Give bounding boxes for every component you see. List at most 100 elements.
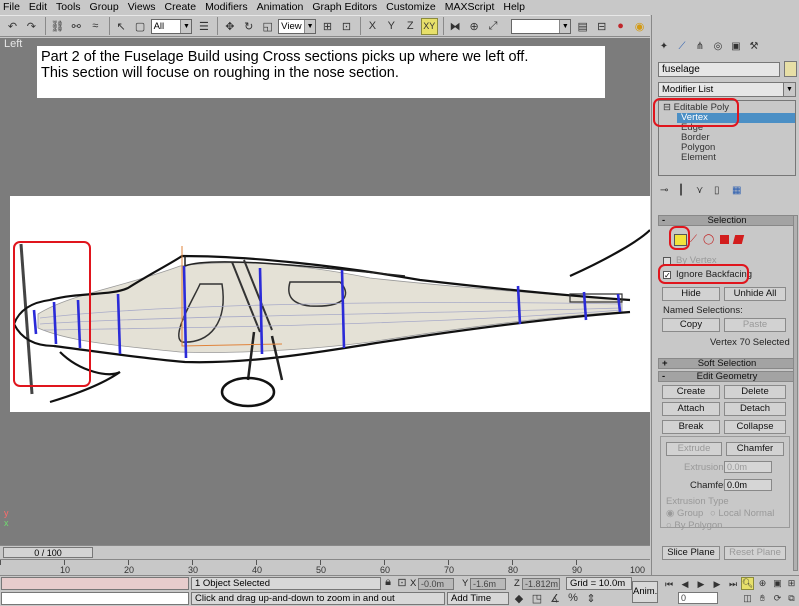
- angle-snap-icon[interactable]: ∡: [548, 591, 562, 605]
- spinner-snap-icon[interactable]: ⇕: [584, 591, 598, 605]
- absolute-mode-icon[interactable]: ⊡: [396, 576, 408, 589]
- reference-coord-dropdown[interactable]: View ▼: [278, 18, 317, 34]
- maximize-viewport-icon[interactable]: ⧉: [785, 592, 798, 605]
- arc-rotate-icon[interactable]: ⟳: [771, 592, 784, 605]
- mirror-icon[interactable]: ⧓: [447, 18, 464, 35]
- configure-sets-icon[interactable]: ▦: [732, 185, 748, 196]
- menu-group[interactable]: Group: [90, 1, 119, 13]
- hierarchy-tab-icon[interactable]: ⋔: [692, 41, 708, 56]
- reset-plane-button[interactable]: Reset Plane: [724, 546, 786, 560]
- add-time-tag-button[interactable]: Add Time Tag: [447, 592, 509, 606]
- detach-button[interactable]: Detach: [724, 402, 786, 416]
- track-view-icon[interactable]: ▤: [574, 18, 591, 35]
- goto-start-icon[interactable]: ⏮: [662, 578, 676, 590]
- slice-plane-button[interactable]: Slice Plane: [662, 546, 720, 560]
- key-mode-icon[interactable]: ◆: [512, 591, 526, 605]
- border-level-icon[interactable]: ◯: [703, 234, 714, 245]
- selection-rollout-header[interactable]: - Selection: [658, 215, 796, 226]
- snap-3d-icon[interactable]: ◳: [530, 591, 544, 605]
- menu-maxscript[interactable]: MAXScript: [445, 1, 495, 13]
- collapse-button[interactable]: Collapse: [724, 420, 786, 434]
- align-icon[interactable]: ⊕: [466, 18, 483, 35]
- show-end-result-icon[interactable]: ┃: [678, 185, 694, 196]
- material-editor-icon[interactable]: ●: [612, 18, 629, 35]
- paste-button[interactable]: Paste: [724, 318, 786, 332]
- restrict-y-icon[interactable]: Y: [383, 18, 400, 35]
- menu-file[interactable]: File: [3, 1, 20, 13]
- create-tab-icon[interactable]: ✦: [656, 41, 672, 56]
- remove-modifier-icon[interactable]: ▯: [714, 185, 730, 196]
- menu-graph-editors[interactable]: Graph Editors: [312, 1, 377, 13]
- edit-geometry-rollout-header[interactable]: - Edit Geometry: [658, 371, 796, 382]
- restrict-x-icon[interactable]: X: [364, 18, 381, 35]
- menu-tools[interactable]: Tools: [56, 1, 81, 13]
- extrude-button[interactable]: Extrude: [666, 442, 722, 456]
- maxscript-listener-mini[interactable]: [1, 577, 189, 590]
- track-bar[interactable]: 10 20 30 40 50 60 70 80 90 100: [0, 559, 650, 575]
- x-coordinate-field[interactable]: -0.0m: [418, 578, 454, 590]
- select-by-name-icon[interactable]: ☰: [195, 18, 212, 35]
- menu-edit[interactable]: Edit: [29, 1, 47, 13]
- region-select-icon[interactable]: ▢: [132, 18, 149, 35]
- unlink-icon[interactable]: ⚯: [68, 18, 85, 35]
- next-frame-icon[interactable]: ▶: [710, 578, 724, 590]
- zoom-extents-all-icon[interactable]: ⊞: [785, 577, 798, 590]
- undo-icon[interactable]: ↶: [4, 18, 21, 35]
- time-slider-thumb[interactable]: 0 / 100: [3, 547, 93, 558]
- pan-icon[interactable]: ✋︎: [756, 592, 769, 605]
- delete-button[interactable]: Delete: [724, 385, 786, 399]
- motion-tab-icon[interactable]: ◎: [710, 41, 726, 56]
- copy-button[interactable]: Copy: [662, 318, 720, 332]
- maxscript-listener-input[interactable]: [1, 592, 189, 605]
- spacing-icon[interactable]: ⤢: [485, 18, 502, 35]
- utilities-tab-icon[interactable]: ⚒: [746, 41, 762, 56]
- anim-button[interactable]: Anim.: [632, 581, 658, 603]
- lock-selection-icon[interactable]: 🔒︎: [382, 576, 394, 589]
- viewport-left[interactable]: Left Part 2 of the Fuselage Build using …: [0, 38, 651, 548]
- hide-button[interactable]: Hide: [662, 287, 720, 301]
- bind-space-warp-icon[interactable]: ≈: [87, 18, 104, 35]
- attach-button[interactable]: Attach: [662, 402, 720, 416]
- viewport-label[interactable]: Left: [4, 38, 22, 50]
- scale-icon[interactable]: ◱: [259, 18, 276, 35]
- z-coordinate-field[interactable]: -1.812m: [522, 578, 560, 590]
- menu-animation[interactable]: Animation: [257, 1, 304, 13]
- redo-icon[interactable]: ↷: [23, 18, 40, 35]
- restrict-z-icon[interactable]: Z: [402, 18, 419, 35]
- y-coordinate-field[interactable]: -1.6m: [470, 578, 506, 590]
- select-link-icon[interactable]: ⛓: [49, 18, 66, 35]
- menu-views[interactable]: Views: [128, 1, 156, 13]
- object-color-swatch[interactable]: [784, 61, 797, 77]
- selection-filter-dropdown[interactable]: All ▼: [150, 18, 193, 34]
- zoom-extents-icon[interactable]: ▣: [771, 577, 784, 590]
- stack-item-element[interactable]: Element: [681, 153, 716, 163]
- menu-create[interactable]: Create: [165, 1, 197, 13]
- element-level-icon[interactable]: [732, 235, 745, 244]
- break-button[interactable]: Break: [662, 420, 720, 434]
- object-name-field[interactable]: fuselage: [658, 62, 780, 77]
- render-icon[interactable]: ◉: [631, 18, 648, 35]
- time-slider[interactable]: 0 / 100: [0, 545, 650, 559]
- play-icon[interactable]: ▶: [694, 578, 708, 590]
- schematic-view-icon[interactable]: ⊟: [593, 18, 610, 35]
- extrusion-spinner[interactable]: 0.0m: [724, 461, 772, 473]
- polygon-level-icon[interactable]: [720, 235, 729, 244]
- by-polygon-radio[interactable]: ○ By Polygon: [666, 520, 722, 531]
- menu-customize[interactable]: Customize: [386, 1, 436, 13]
- current-frame-field[interactable]: 0: [678, 592, 718, 604]
- modifier-list-dropdown[interactable]: Modifier List ▼: [658, 82, 796, 97]
- group-radio[interactable]: ◉ Group: [666, 508, 703, 519]
- create-button[interactable]: Create: [662, 385, 720, 399]
- select-manipulate-icon[interactable]: ⊡: [338, 18, 355, 35]
- zoom-icon[interactable]: 🔍︎: [741, 577, 754, 590]
- menu-modifiers[interactable]: Modifiers: [205, 1, 248, 13]
- chamfer-spinner[interactable]: 0.0m: [724, 479, 772, 491]
- percent-snap-icon[interactable]: %: [566, 591, 580, 605]
- local-normal-radio[interactable]: ○ Local Normal: [710, 508, 774, 519]
- chamfer-button[interactable]: Chamfer: [726, 442, 784, 456]
- make-unique-icon[interactable]: ⋎: [696, 185, 712, 196]
- command-panel-scrollbar[interactable]: [793, 215, 798, 571]
- edge-level-icon[interactable]: ⟋: [690, 234, 697, 245]
- pivot-center-icon[interactable]: ⊞: [319, 18, 336, 35]
- unhide-all-button[interactable]: Unhide All: [724, 287, 786, 301]
